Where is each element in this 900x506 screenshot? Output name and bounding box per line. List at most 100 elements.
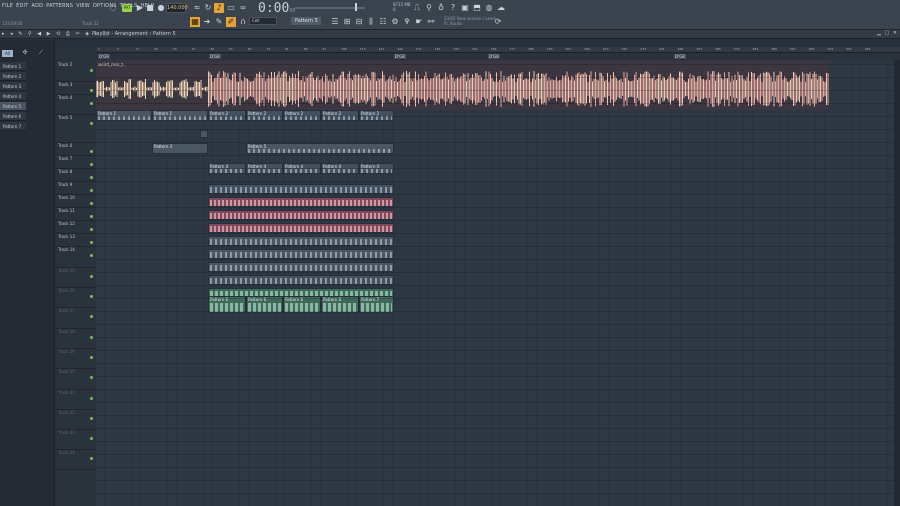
picker-item[interactable]: Pattern 1 — [0, 62, 26, 71]
midi-icon[interactable]: ⎍ — [412, 3, 422, 13]
track-header[interactable]: Track 24 — [56, 450, 96, 470]
pattern-clip[interactable]: Pattern 4 — [246, 163, 283, 174]
pattern-clip[interactable] — [208, 197, 394, 207]
piano-roll-icon[interactable]: ⊞ — [342, 17, 352, 27]
news-panel[interactable]: 03/02 New version / Learn FL Studio — [444, 16, 497, 26]
pattern-clip[interactable] — [208, 236, 394, 246]
menu-add[interactable]: ADD — [31, 3, 43, 9]
pattern-clip[interactable]: Pattern 4 — [208, 163, 246, 174]
track-header[interactable]: Track 7 — [56, 156, 96, 169]
track-header[interactable]: Track 16 — [56, 288, 96, 308]
pattern-clip[interactable]: Pattern 2 — [283, 110, 321, 121]
loop-icon[interactable]: ↻ — [203, 3, 213, 13]
track-mute-led[interactable] — [90, 122, 93, 125]
pattern-icon[interactable]: ▦ — [190, 17, 200, 27]
track-mute-led[interactable] — [90, 457, 93, 460]
menu-view[interactable]: VIEW — [76, 3, 90, 9]
pattern-selector[interactable]: Pattern 5 — [291, 17, 321, 25]
mixer-view-icon[interactable]: ⫼ — [366, 17, 376, 27]
picker-item[interactable]: Pattern 4 — [0, 92, 26, 101]
pattern-clip[interactable]: Pattern 2 — [321, 110, 359, 121]
help-icon[interactable]: ? — [448, 3, 458, 13]
track-header[interactable]: Track 19 — [56, 349, 96, 369]
tempo-display[interactable]: 140.000 — [166, 3, 188, 13]
menu-edit[interactable]: EDIT — [16, 3, 28, 9]
browser-icon[interactable]: ☷ — [378, 17, 388, 27]
pattern-clip[interactable]: Pattern 2 — [359, 110, 394, 121]
picker-item[interactable]: Pattern 6 — [0, 112, 26, 121]
track-mute-led[interactable] — [90, 336, 93, 339]
pattern-song-toggle[interactable]: PAT — [122, 4, 132, 12]
audio-clip[interactable]: weird_reso_t.. — [96, 61, 829, 110]
track-mute-led[interactable] — [90, 228, 93, 231]
track-header[interactable]: Track 11 — [56, 208, 96, 221]
pattern-clip[interactable]: Pattern 6 — [283, 296, 321, 313]
marker[interactable]: D'G8 — [488, 54, 500, 59]
track-mute-led[interactable] — [90, 150, 93, 153]
track-mute-led[interactable] — [90, 254, 93, 257]
pattern-clip[interactable]: Pattern 6 — [321, 296, 359, 313]
pattern-clip[interactable] — [208, 262, 394, 272]
pattern-clip[interactable]: Pattern 4 — [321, 163, 359, 174]
pattern-clip[interactable]: Pattern 2 — [208, 110, 246, 121]
pattern-clip[interactable]: Pattern 2 — [246, 110, 283, 121]
plugin-icon[interactable]: ⚙ — [390, 17, 400, 27]
track-header[interactable]: Track 15 — [56, 268, 96, 288]
pattern-clip[interactable]: Pattern 1 — [152, 110, 208, 121]
track-mute-led[interactable] — [90, 295, 93, 298]
picker-item[interactable]: Pattern 3 — [0, 82, 26, 91]
countdown-icon[interactable]: ▭ — [226, 3, 236, 13]
track-mute-led[interactable] — [90, 356, 93, 359]
picker-item[interactable]: Pattern 5 — [0, 102, 26, 111]
render-icon[interactable]: ⬒ — [472, 3, 482, 13]
track-mute-led[interactable] — [90, 241, 93, 244]
playlist-grid[interactable]: weird_reso_t.. Pattern 1 Pattern 1 Patte… — [96, 60, 894, 506]
chat-icon[interactable]: ◍ — [484, 3, 494, 13]
menu-file[interactable]: FILE — [2, 3, 13, 9]
pattern-clip[interactable]: Pattern 4 — [359, 163, 394, 174]
track-mute-led[interactable] — [90, 315, 93, 318]
update-icon[interactable]: ⟳ — [493, 17, 503, 27]
picker-item[interactable]: Pattern 7 — [0, 122, 26, 131]
arrow-right-icon[interactable]: ➜ — [202, 17, 212, 27]
track-header[interactable]: Track 5 — [56, 115, 96, 143]
wave-icon[interactable]: ≈ — [192, 3, 202, 13]
pattern-clip[interactable]: Pattern 7 — [359, 296, 394, 313]
picker-item[interactable]: Pattern 2 — [0, 72, 26, 81]
track-mute-led[interactable] — [90, 69, 93, 72]
track-header[interactable]: Track 22 — [56, 410, 96, 430]
channel-rack-icon[interactable]: ⊟ — [354, 17, 364, 27]
master-pitch-handle[interactable] — [355, 3, 357, 11]
track-header[interactable]: Track 18 — [56, 329, 96, 349]
track-mute-led[interactable] — [90, 189, 93, 192]
track-header[interactable]: Track 14 — [56, 247, 96, 268]
pattern-clip[interactable] — [200, 130, 208, 138]
pattern-clip[interactable] — [208, 223, 394, 233]
marker[interactable]: D'G8 — [209, 54, 221, 59]
touch-icon[interactable]: ☛ — [414, 17, 424, 27]
mixer-icon[interactable]: ⚲ — [424, 3, 434, 13]
track-header[interactable]: Track 17 — [56, 308, 96, 329]
track-header[interactable]: Track 12 — [56, 221, 96, 234]
picker-all-button[interactable]: All — [2, 50, 13, 57]
close-icon[interactable]: ✕ — [890, 28, 900, 38]
pattern-clip[interactable] — [208, 184, 394, 194]
record-icon[interactable]: ● — [156, 3, 166, 13]
typing-keyboard-icon[interactable]: ♪ — [214, 3, 224, 13]
track-mute-led[interactable] — [90, 202, 93, 205]
marker[interactable]: D'G8 — [394, 54, 406, 59]
track-header[interactable]: Track 21 — [56, 390, 96, 410]
marker[interactable]: D'G8 — [674, 54, 686, 59]
track-mute-led[interactable] — [90, 417, 93, 420]
magnet-icon[interactable]: ∩ — [238, 17, 248, 27]
track-mute-led[interactable] — [90, 163, 93, 166]
microphone-icon[interactable]: ♁ — [436, 3, 446, 13]
link-icon[interactable]: ⚯ — [426, 17, 436, 27]
pattern-clip[interactable]: Pattern 6 — [246, 296, 283, 313]
track-header[interactable]: Track 23 — [56, 430, 96, 450]
pattern-clip[interactable]: Pattern 3 — [152, 143, 208, 154]
track-header[interactable]: Track 9 — [56, 182, 96, 195]
track-header[interactable]: Track 20 — [56, 369, 96, 390]
pattern-clip[interactable] — [208, 249, 394, 259]
snap-selector[interactable]: Cell — [249, 17, 277, 25]
